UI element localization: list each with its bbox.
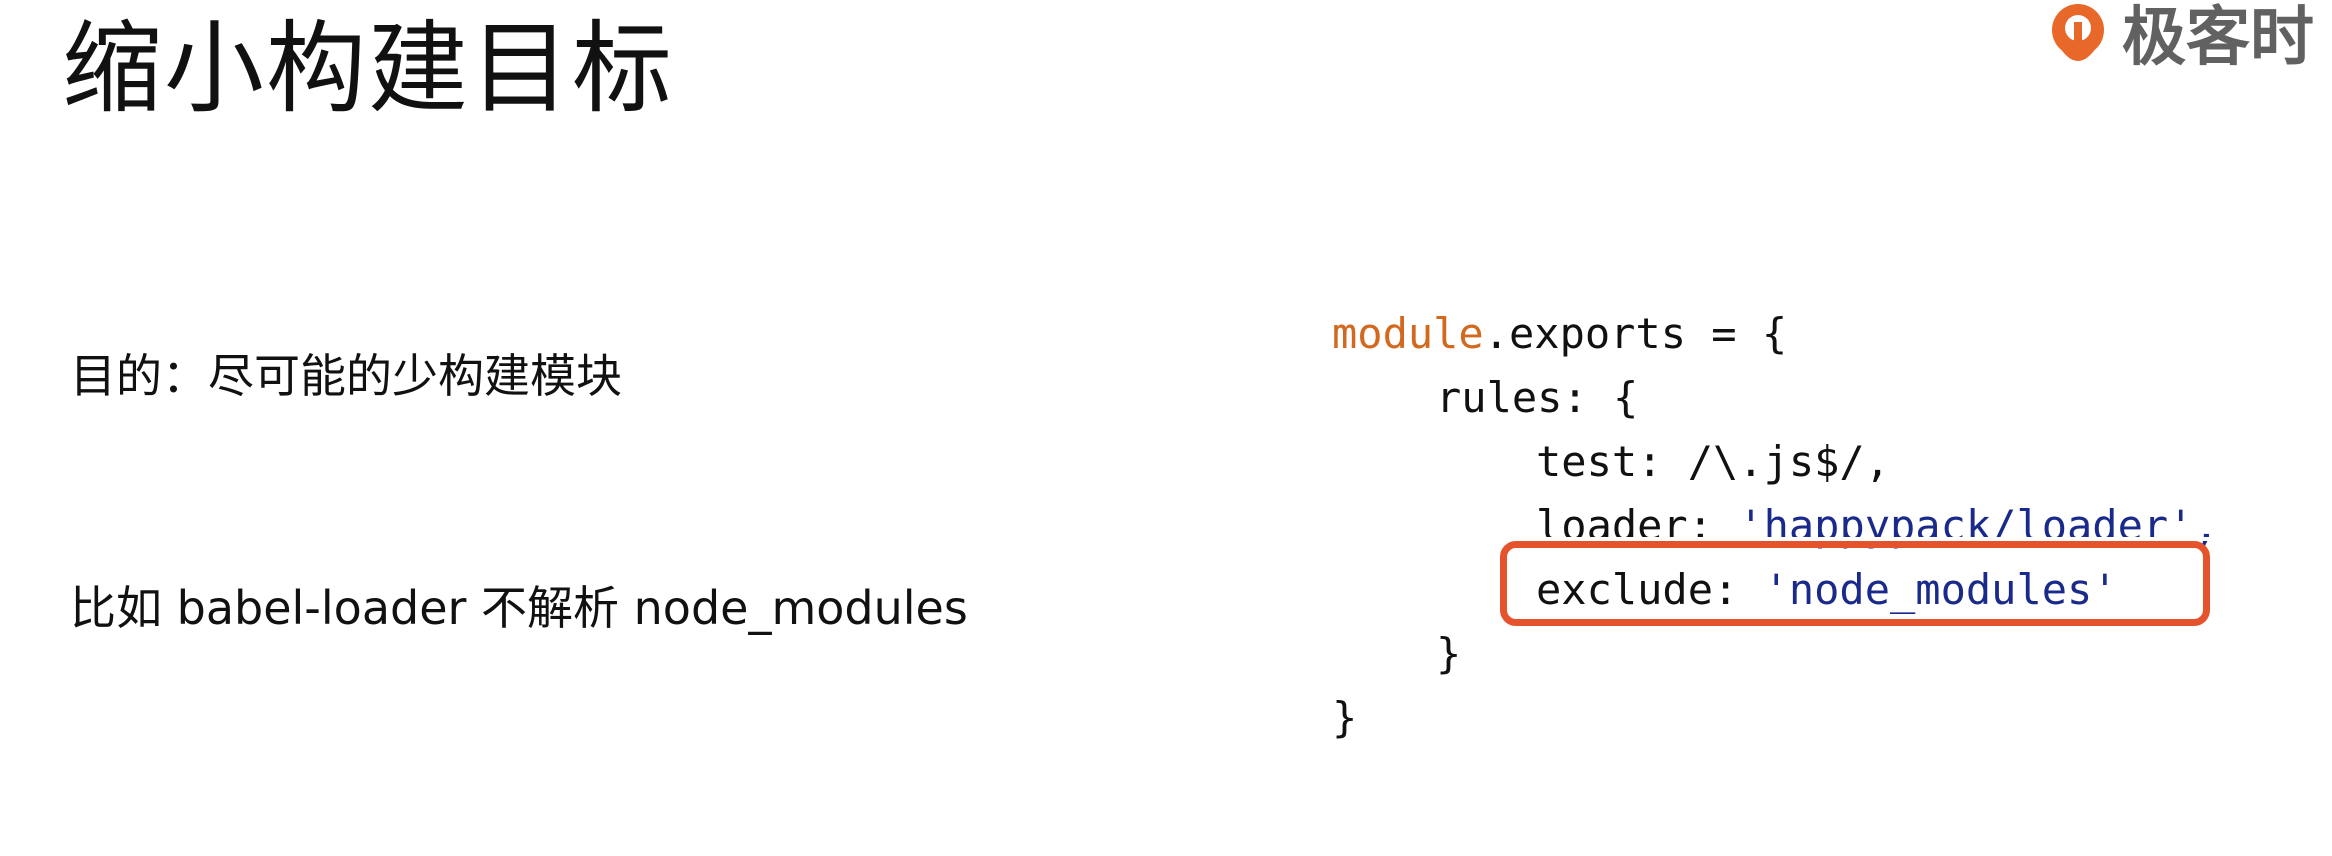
bullet-example: 比如 babel-loader 不解析 node_modules <box>70 581 968 635</box>
code-keyword-module: module <box>1332 309 1484 358</box>
code-block: module.exports = { rules: { test: /\.js$… <box>1332 306 2219 742</box>
brand-logo-icon <box>2052 4 2104 61</box>
slide-title: 缩小构建目标 <box>62 10 674 127</box>
code-line-1: module.exports = { <box>1332 306 1787 362</box>
exclude-highlight-box <box>1500 541 2210 626</box>
code-line-2: rules: { <box>1436 373 1639 422</box>
code-line-7: } <box>1332 693 1358 742</box>
code-exports: .exports = { <box>1483 309 1788 358</box>
brand-name: 极客时 <box>2122 1 2314 75</box>
code-line-3: test: /\.js$/, <box>1536 437 1891 486</box>
bullet-goal: 目的：尽可能的少构建模块 <box>70 349 622 403</box>
code-line-6: } <box>1436 629 1462 678</box>
brand-logo: 极客时 <box>2048 0 2314 76</box>
